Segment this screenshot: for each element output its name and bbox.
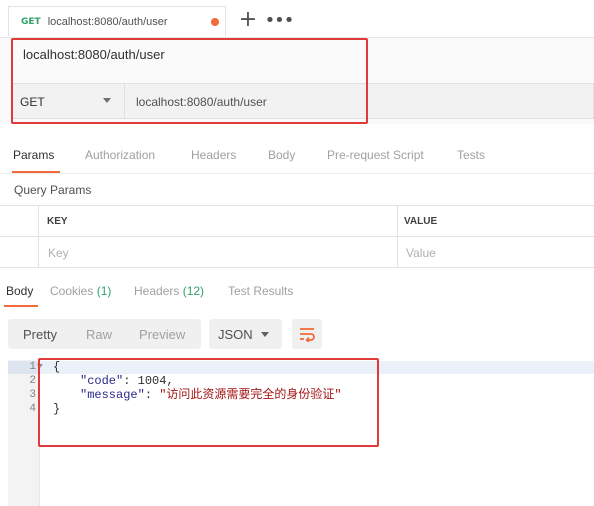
table-border-bottom xyxy=(0,267,594,268)
line-number: 3 xyxy=(29,389,36,401)
query-params-title: Query Params xyxy=(14,183,92,197)
response-tab-headers[interactable]: Headers (12) xyxy=(134,284,204,298)
view-preview-button[interactable]: Preview xyxy=(139,327,185,342)
table-col-divider xyxy=(397,205,398,267)
tab-params[interactable]: Params xyxy=(13,148,54,162)
tab-body[interactable]: Body xyxy=(268,148,295,162)
unsaved-dot-icon xyxy=(211,18,219,26)
tab-tests[interactable]: Tests xyxy=(457,148,485,162)
active-response-tab-indicator xyxy=(4,305,38,307)
table-border-mid xyxy=(0,236,594,237)
tab-authorization[interactable]: Authorization xyxy=(85,148,155,162)
cookies-count: (1) xyxy=(96,284,112,298)
line-number: 2 xyxy=(29,375,36,387)
divider xyxy=(0,173,594,174)
wrap-lines-button[interactable] xyxy=(292,319,322,349)
param-key-input[interactable]: Key xyxy=(48,246,69,260)
wrap-lines-icon xyxy=(300,328,315,342)
table-col-divider xyxy=(38,205,39,267)
tab-pre-request-script[interactable]: Pre-request Script xyxy=(327,148,424,162)
headers-count: (12) xyxy=(182,284,205,298)
view-raw-button[interactable]: Raw xyxy=(86,327,112,342)
line-number: 4 xyxy=(29,403,36,415)
tab-headers[interactable]: Headers xyxy=(191,148,236,162)
format-value: JSON xyxy=(218,327,253,342)
response-tab-test-results[interactable]: Test Results xyxy=(228,284,293,298)
view-pretty-button[interactable]: Pretty xyxy=(23,327,57,342)
tab-method: GET xyxy=(21,16,41,27)
chevron-down-icon xyxy=(261,332,269,337)
cookies-label: Cookies xyxy=(50,284,94,298)
param-value-input[interactable]: Value xyxy=(406,246,436,260)
response-tab-cookies[interactable]: Cookies (1) xyxy=(50,284,111,298)
new-tab-plus-icon[interactable]: + xyxy=(233,7,263,33)
line-number: 1 xyxy=(29,361,36,373)
column-header-key: KEY xyxy=(47,216,68,227)
highlight-box-response xyxy=(38,358,379,447)
table-border-top xyxy=(0,205,594,206)
request-tab[interactable]: GET localhost:8080/auth/user xyxy=(8,6,226,36)
response-tab-body[interactable]: Body xyxy=(6,284,33,298)
more-tabs-ellipsis-icon[interactable]: ••• xyxy=(264,7,295,33)
headers-label: Headers xyxy=(134,284,180,298)
tab-label: localhost:8080/auth/user xyxy=(47,15,168,28)
column-header-value: VALUE xyxy=(404,216,438,227)
highlight-box-request xyxy=(11,38,368,124)
